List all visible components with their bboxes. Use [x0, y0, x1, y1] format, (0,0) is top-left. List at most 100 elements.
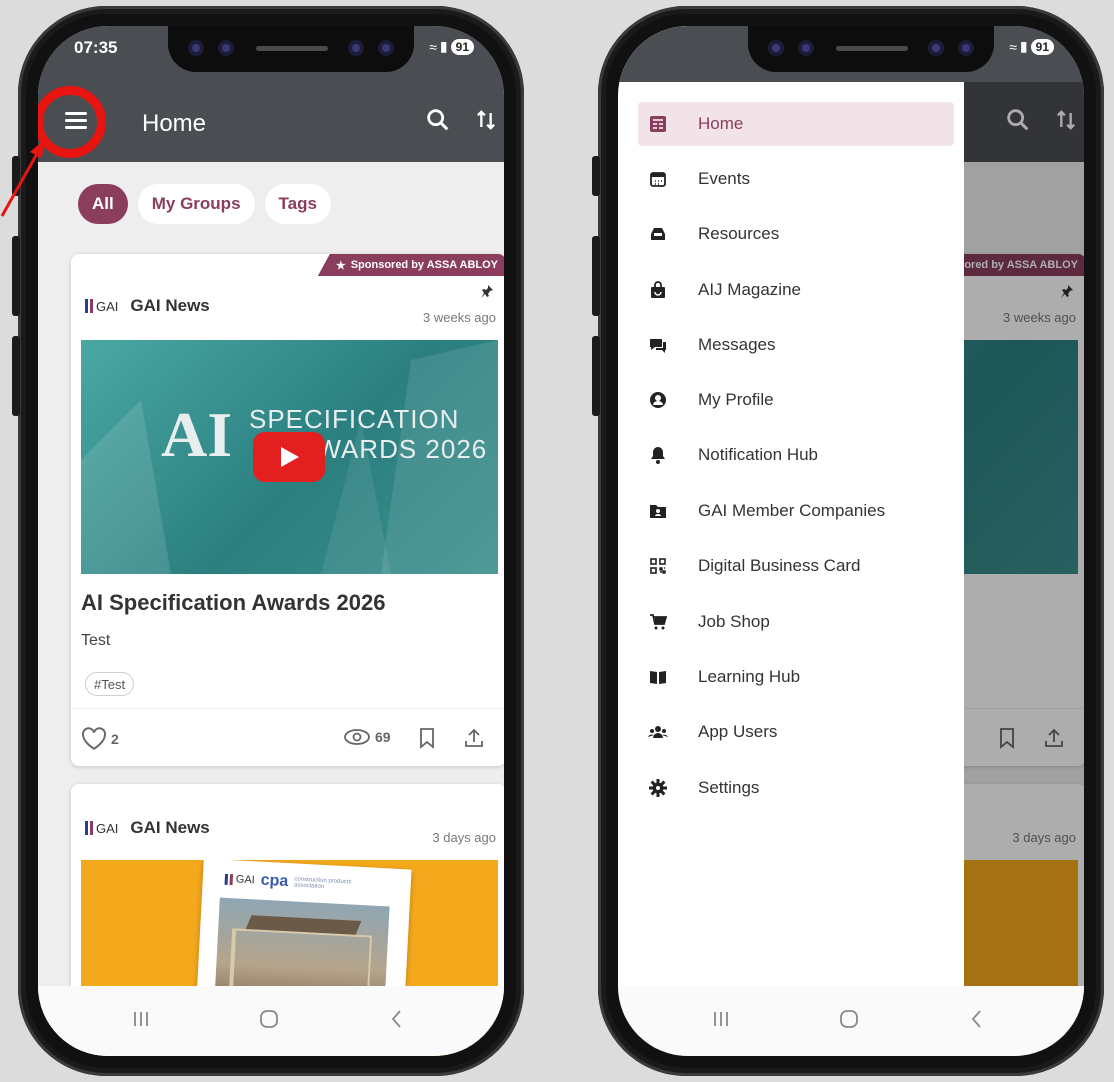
- sponsor-text: Sponsored by ASSA ABLOY: [350, 259, 498, 271]
- back-icon[interactable]: [382, 1004, 412, 1034]
- newspaper-icon: [650, 116, 666, 132]
- drawer-item-gai-member-companies[interactable]: GAI Member Companies: [638, 489, 954, 533]
- camera-notch: [168, 26, 414, 72]
- media-awards-text: AWARDS 2026: [299, 434, 488, 464]
- battery-level: 91: [450, 38, 474, 55]
- wifi-icon: ≈: [1009, 38, 1017, 55]
- shopping-bag-icon: [651, 281, 665, 298]
- drawer-label: Settings: [698, 778, 760, 797]
- user-circle-icon: [650, 392, 666, 408]
- drawer-item-settings[interactable]: Settings: [638, 766, 954, 810]
- battery-level: 91: [1030, 38, 1054, 55]
- post-source: GAI News: [130, 296, 210, 315]
- views-counter: 69: [343, 727, 391, 747]
- drawer-item-events[interactable]: Events: [638, 157, 954, 201]
- source-logo: GAI: [85, 821, 118, 836]
- sort-icon[interactable]: [472, 106, 500, 134]
- drawer-label: Learning Hub: [698, 667, 801, 686]
- home-nav-icon[interactable]: [834, 1004, 864, 1034]
- heart-icon: [82, 727, 106, 750]
- screen-right: ≈ ▮ 91 ored by ASSA ABLOY 3 weeks ago 3 …: [618, 26, 1084, 1056]
- navigation-drawer: Home Events Resources AIJ Magazine Messa…: [618, 26, 964, 986]
- home-nav-icon[interactable]: [254, 1004, 284, 1034]
- post-body: Test: [81, 632, 111, 649]
- page-title: Home: [142, 110, 207, 137]
- star-icon: ★: [335, 259, 346, 272]
- phone-side-button: [592, 336, 600, 416]
- play-icon[interactable]: [253, 432, 325, 482]
- system-nav-bar: [38, 986, 504, 1056]
- source-logo: GAI: [85, 299, 118, 314]
- like-button[interactable]: 2: [81, 727, 119, 751]
- like-count: 2: [111, 731, 119, 747]
- signal-icon: ▮: [1019, 38, 1028, 54]
- post-tag[interactable]: #Test: [85, 672, 135, 696]
- chip-all[interactable]: All: [78, 184, 128, 224]
- search-icon[interactable]: [424, 106, 452, 134]
- post-card[interactable]: ★ Sponsored by ASSA ABLOY GAI GAI News 3…: [71, 254, 504, 766]
- drawer-label: Job Shop: [698, 612, 770, 631]
- drawer-label: GAI Member Companies: [698, 501, 886, 520]
- back-icon[interactable]: [962, 1004, 992, 1034]
- view-count: 69: [375, 729, 391, 745]
- drawer-label: Resources: [698, 224, 780, 243]
- annotation-arrow: [0, 140, 44, 217]
- drawer-label: Notification Hub: [698, 445, 819, 464]
- drawer-item-home[interactable]: Home: [638, 102, 954, 146]
- calendar-icon: [650, 172, 666, 187]
- post-title: AI Specification Awards 2026: [81, 590, 386, 615]
- post-time: 3 days ago: [432, 830, 496, 845]
- share-icon[interactable]: [463, 727, 485, 749]
- signal-icon: ▮: [439, 38, 448, 54]
- drawer-item-app-users[interactable]: App Users: [638, 710, 954, 754]
- phone-side-button: [592, 236, 600, 316]
- video-thumbnail[interactable]: AI SPECIFICATION AWARDS 2026: [81, 340, 498, 574]
- inbox-icon: [651, 228, 665, 240]
- phone-side-button: [12, 236, 20, 316]
- system-nav-bar: [618, 986, 1084, 1056]
- gear-icon: [649, 779, 667, 797]
- drawer-item-my-profile[interactable]: My Profile: [638, 378, 954, 422]
- recent-apps-icon[interactable]: [126, 1004, 156, 1034]
- recent-apps-icon[interactable]: [706, 1004, 736, 1034]
- status-time: 07:35: [74, 38, 118, 57]
- drawer-label: My Profile: [698, 390, 774, 409]
- drawer-item-learning-hub[interactable]: Learning Hub: [638, 655, 954, 699]
- app-bar: Home: [38, 82, 504, 162]
- eye-icon: [344, 729, 370, 745]
- post-time: 3 weeks ago: [423, 310, 496, 325]
- drawer-item-job-shop[interactable]: Job Shop: [638, 600, 954, 644]
- drawer-label: Messages: [698, 335, 776, 354]
- folder-user-icon: [650, 505, 666, 518]
- drawer-item-resources[interactable]: Resources: [638, 212, 954, 256]
- chip-my-groups[interactable]: My Groups: [137, 184, 255, 224]
- drawer-item-messages[interactable]: Messages: [638, 323, 954, 367]
- phone-frame-right: ≈ ▮ 91 ored by ASSA ABLOY 3 weeks ago 3 …: [592, 6, 1104, 1076]
- sponsor-banner: ★ Sponsored by ASSA ABLOY: [317, 254, 504, 276]
- pin-icon: [481, 285, 493, 298]
- drawer-label: Home: [698, 114, 744, 133]
- drawer-label: Events: [698, 169, 750, 188]
- bell-icon: [651, 447, 665, 464]
- comments-icon: [650, 339, 666, 353]
- drawer-label: AIJ Magazine: [698, 280, 801, 299]
- cart-icon: [650, 614, 668, 630]
- chip-tags[interactable]: Tags: [264, 184, 331, 224]
- wifi-icon: ≈: [429, 38, 437, 55]
- drawer-item-digital-business-card[interactable]: Digital Business Card: [638, 544, 954, 588]
- camera-notch: [748, 26, 994, 72]
- phone-frame-left: 07:35 ≈ ▮ 91 Home All My Groups Tags ★ S…: [12, 6, 524, 1076]
- users-icon: [648, 726, 668, 738]
- bookmark-icon[interactable]: [417, 727, 437, 749]
- phone-side-button: [12, 336, 20, 416]
- phone-side-button: [592, 156, 600, 196]
- screen-left: 07:35 ≈ ▮ 91 Home All My Groups Tags ★ S…: [38, 26, 504, 1056]
- drawer-item-aij-magazine[interactable]: AIJ Magazine: [638, 268, 954, 312]
- media-ai-text: AI: [161, 399, 233, 470]
- drawer-label: Digital Business Card: [698, 556, 861, 575]
- drawer-item-notification-hub[interactable]: Notification Hub: [638, 433, 954, 477]
- book-open-icon: [650, 671, 666, 684]
- post-actions: 2 69: [71, 708, 504, 766]
- filter-chips: All My Groups Tags: [78, 184, 331, 224]
- qr-code-icon: [650, 558, 666, 574]
